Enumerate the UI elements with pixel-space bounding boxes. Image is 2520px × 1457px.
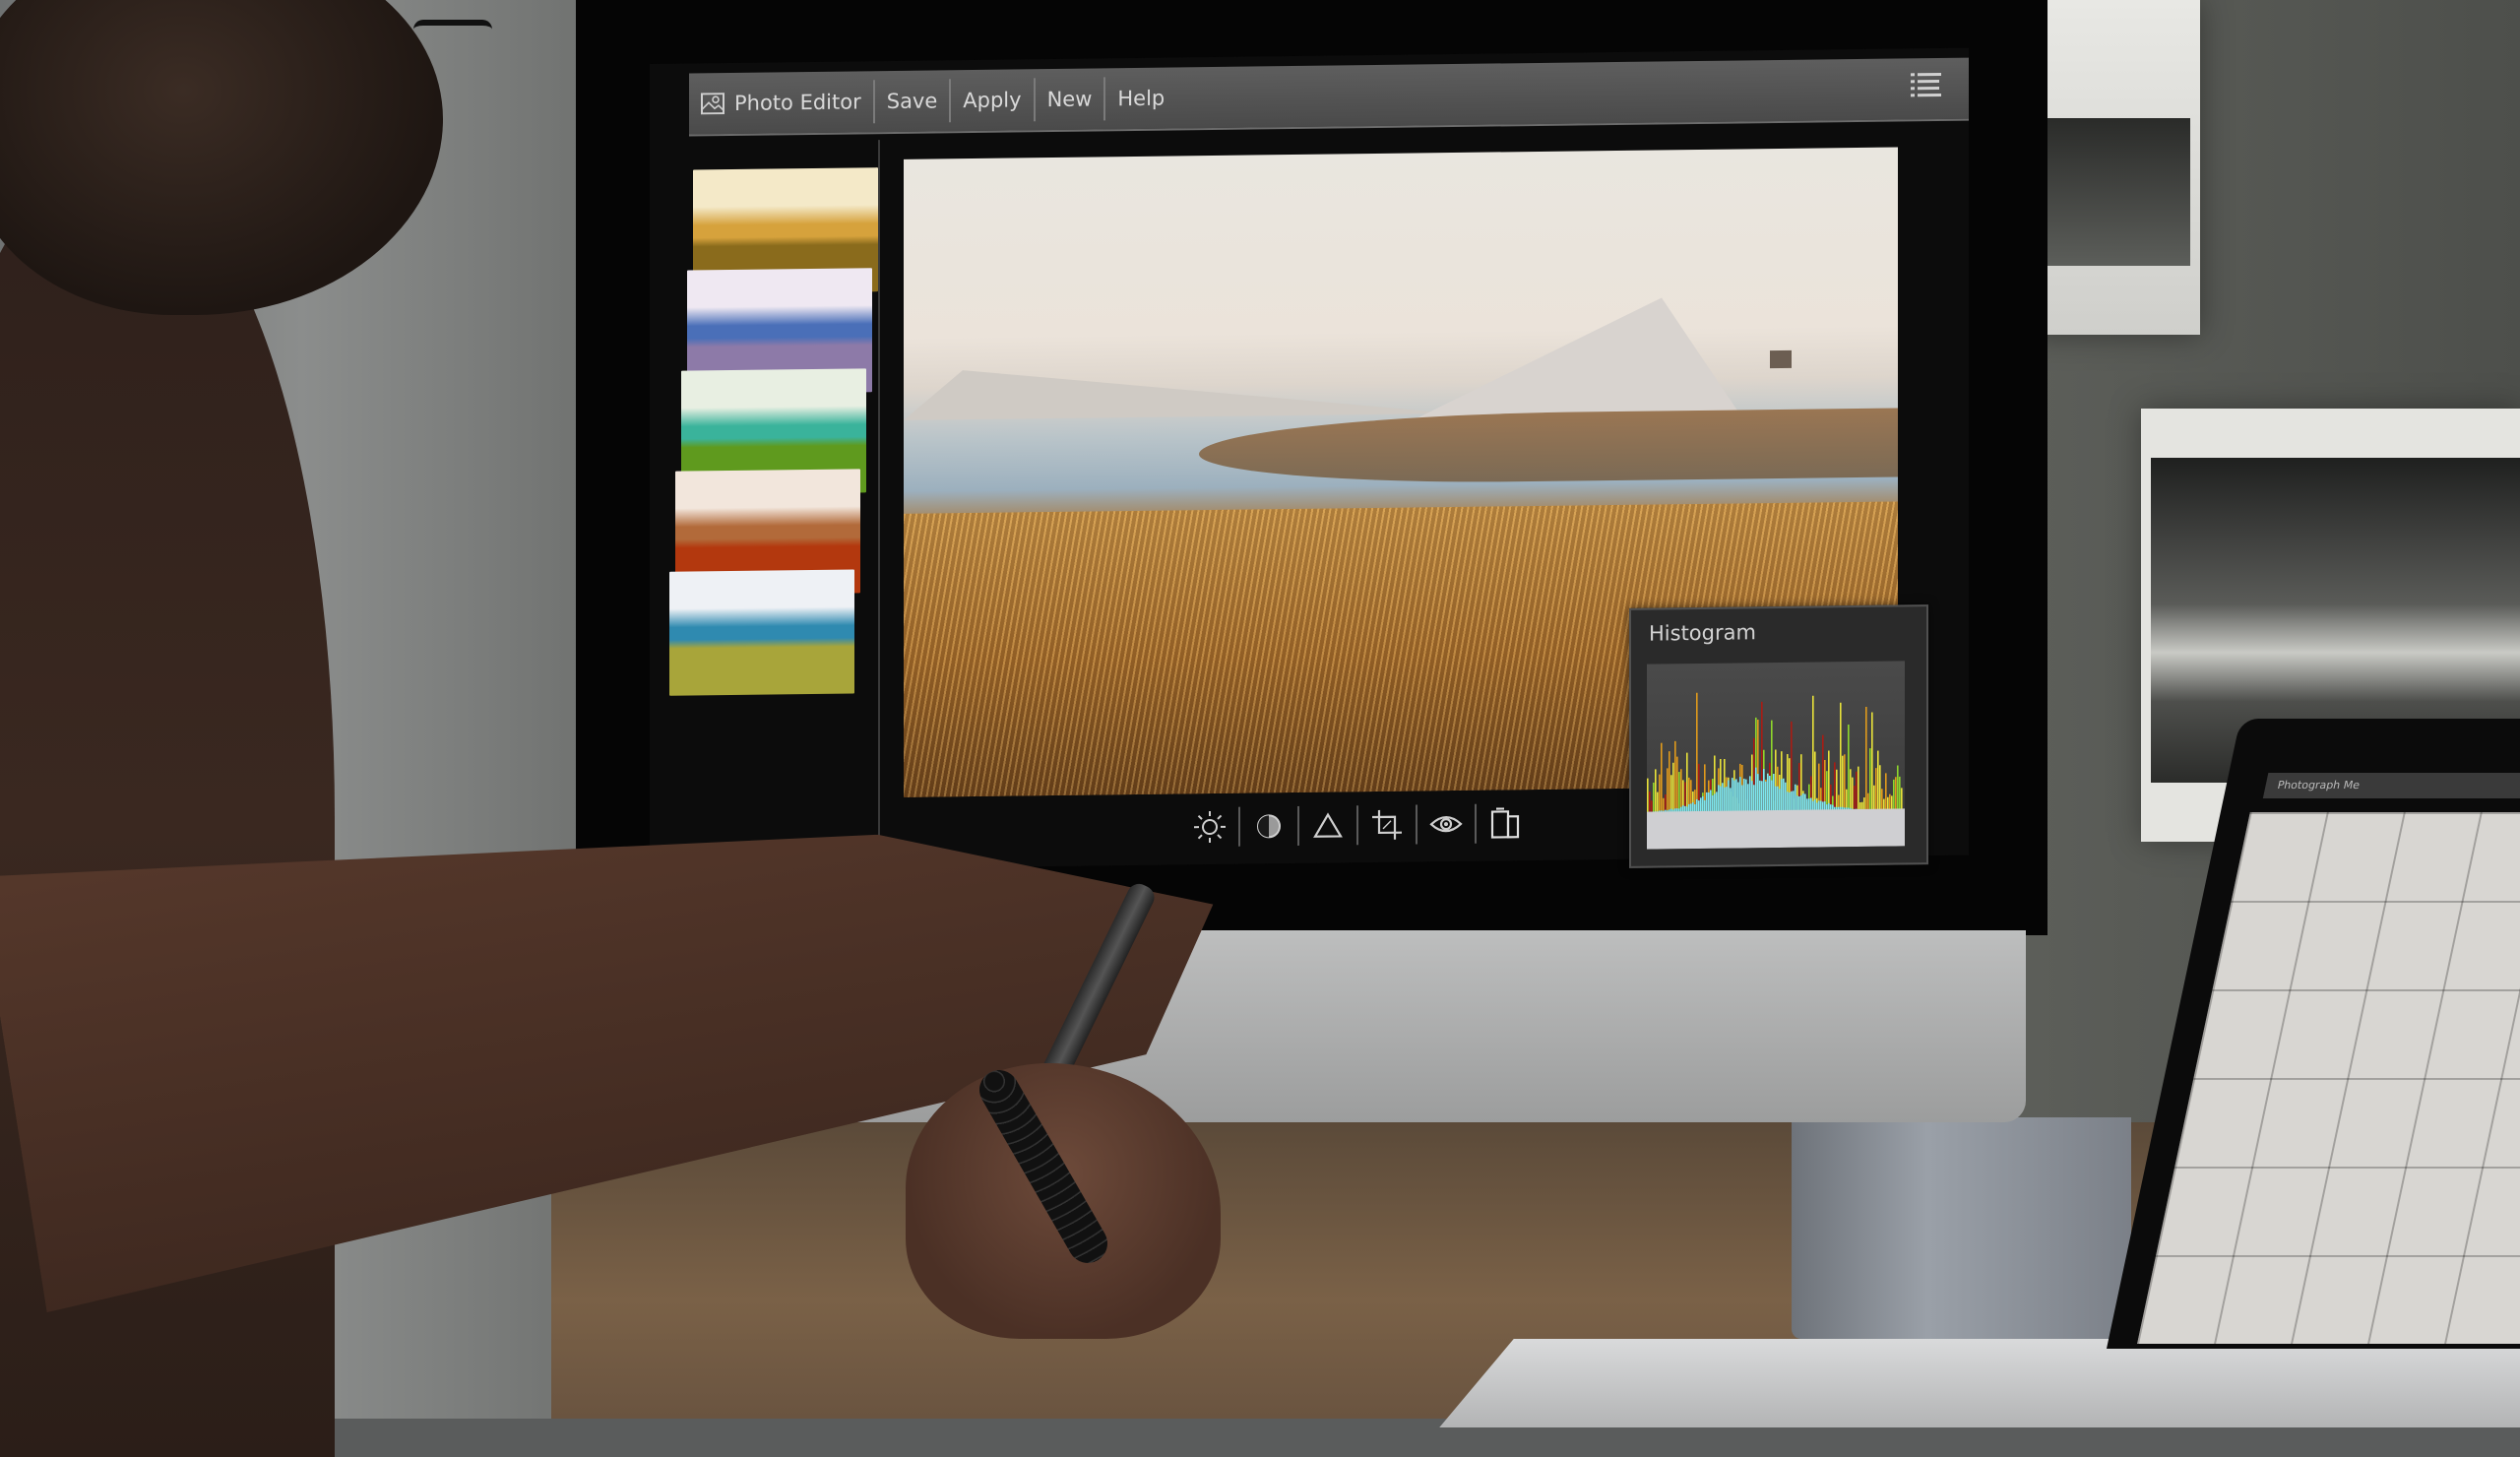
list-icon[interactable] xyxy=(1910,70,1943,99)
wall-print xyxy=(2028,0,2200,335)
person xyxy=(0,0,1280,1419)
histogram-plot xyxy=(1647,661,1905,849)
eye-icon xyxy=(1429,812,1463,836)
tool-sharpen[interactable] xyxy=(1299,805,1358,846)
laptop-screen: Photograph Me xyxy=(2107,719,2520,1349)
histogram-luminance xyxy=(1647,808,1905,849)
mountains xyxy=(1416,296,1740,418)
monitor-stand xyxy=(1792,1117,2131,1339)
layers-icon xyxy=(1490,807,1520,839)
person-head xyxy=(0,0,443,315)
tool-compare[interactable] xyxy=(1477,803,1534,844)
shoreline xyxy=(1199,408,1898,485)
church xyxy=(1770,350,1792,368)
glasses xyxy=(413,20,492,45)
laptop-photo-grid xyxy=(2137,812,2520,1344)
histogram-bar xyxy=(1840,703,1842,822)
laptop: Photograph Me xyxy=(2107,719,2520,1419)
laptop-app-title: Photograph Me xyxy=(2263,773,2520,798)
triangle-icon xyxy=(1313,811,1343,839)
histogram-bar xyxy=(1865,707,1867,822)
histogram-panel: Histogram xyxy=(1629,604,1928,868)
laptop-keyboard xyxy=(1439,1339,2520,1427)
tool-preview[interactable] xyxy=(1418,804,1477,845)
histogram-bar xyxy=(1871,712,1873,821)
histogram-title: Histogram xyxy=(1649,620,1756,645)
tool-crop[interactable] xyxy=(1358,804,1418,845)
histogram-bar xyxy=(1848,725,1850,822)
crop-icon xyxy=(1371,809,1403,841)
